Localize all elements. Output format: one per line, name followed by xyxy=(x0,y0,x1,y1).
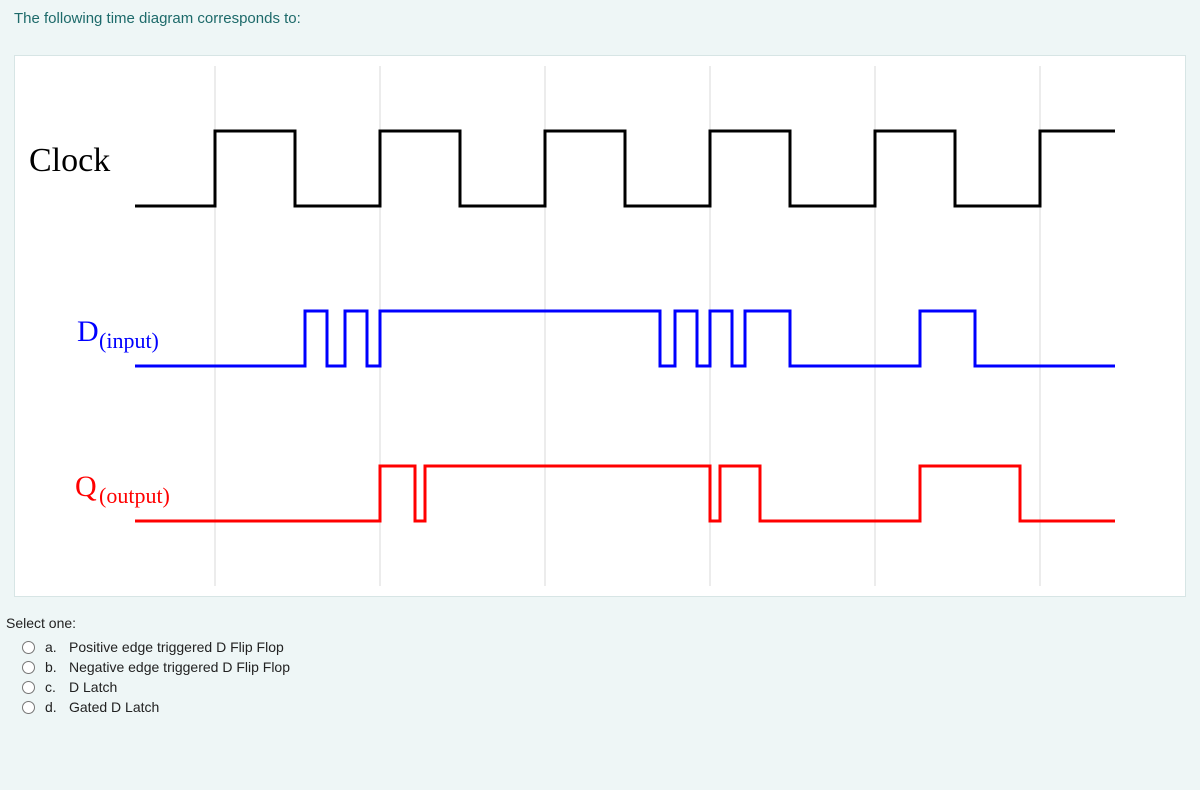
option-c[interactable]: c. D Latch xyxy=(22,679,1200,695)
option-b-radio[interactable] xyxy=(22,661,35,674)
option-a-radio[interactable] xyxy=(22,641,35,654)
option-d-letter: d. xyxy=(45,699,59,715)
option-c-radio[interactable] xyxy=(22,681,35,694)
option-a-letter: a. xyxy=(45,639,59,655)
svg-text:Q: Q xyxy=(75,470,97,503)
answer-block: Select one: a. Positive edge triggered D… xyxy=(0,597,1200,715)
option-a-text: Positive edge triggered D Flip Flop xyxy=(69,639,284,655)
option-c-letter: c. xyxy=(45,679,59,695)
option-d-radio[interactable] xyxy=(22,701,35,714)
svg-text:(input): (input) xyxy=(99,328,159,353)
option-b-text: Negative edge triggered D Flip Flop xyxy=(69,659,290,675)
option-d-text: Gated D Latch xyxy=(69,699,159,715)
clock-waveform xyxy=(135,131,1115,206)
option-a[interactable]: a. Positive edge triggered D Flip Flop xyxy=(22,639,1200,655)
svg-text:(output): (output) xyxy=(99,483,170,508)
answers-prompt: Select one: xyxy=(6,615,1200,631)
q-waveform xyxy=(135,466,1115,521)
q-label: Q (output) xyxy=(75,470,170,508)
option-b[interactable]: b. Negative edge triggered D Flip Flop xyxy=(22,659,1200,675)
option-d[interactable]: d. Gated D Latch xyxy=(22,699,1200,715)
d-waveform xyxy=(135,311,1115,366)
d-label: D (input) xyxy=(77,315,159,353)
option-b-letter: b. xyxy=(45,659,59,675)
timing-diagram: Clock D (input) Q (output) xyxy=(14,55,1186,597)
svg-text:D: D xyxy=(77,315,99,348)
question-text: The following time diagram corresponds t… xyxy=(0,0,1200,27)
option-c-text: D Latch xyxy=(69,679,117,695)
clock-label: Clock xyxy=(29,142,110,179)
